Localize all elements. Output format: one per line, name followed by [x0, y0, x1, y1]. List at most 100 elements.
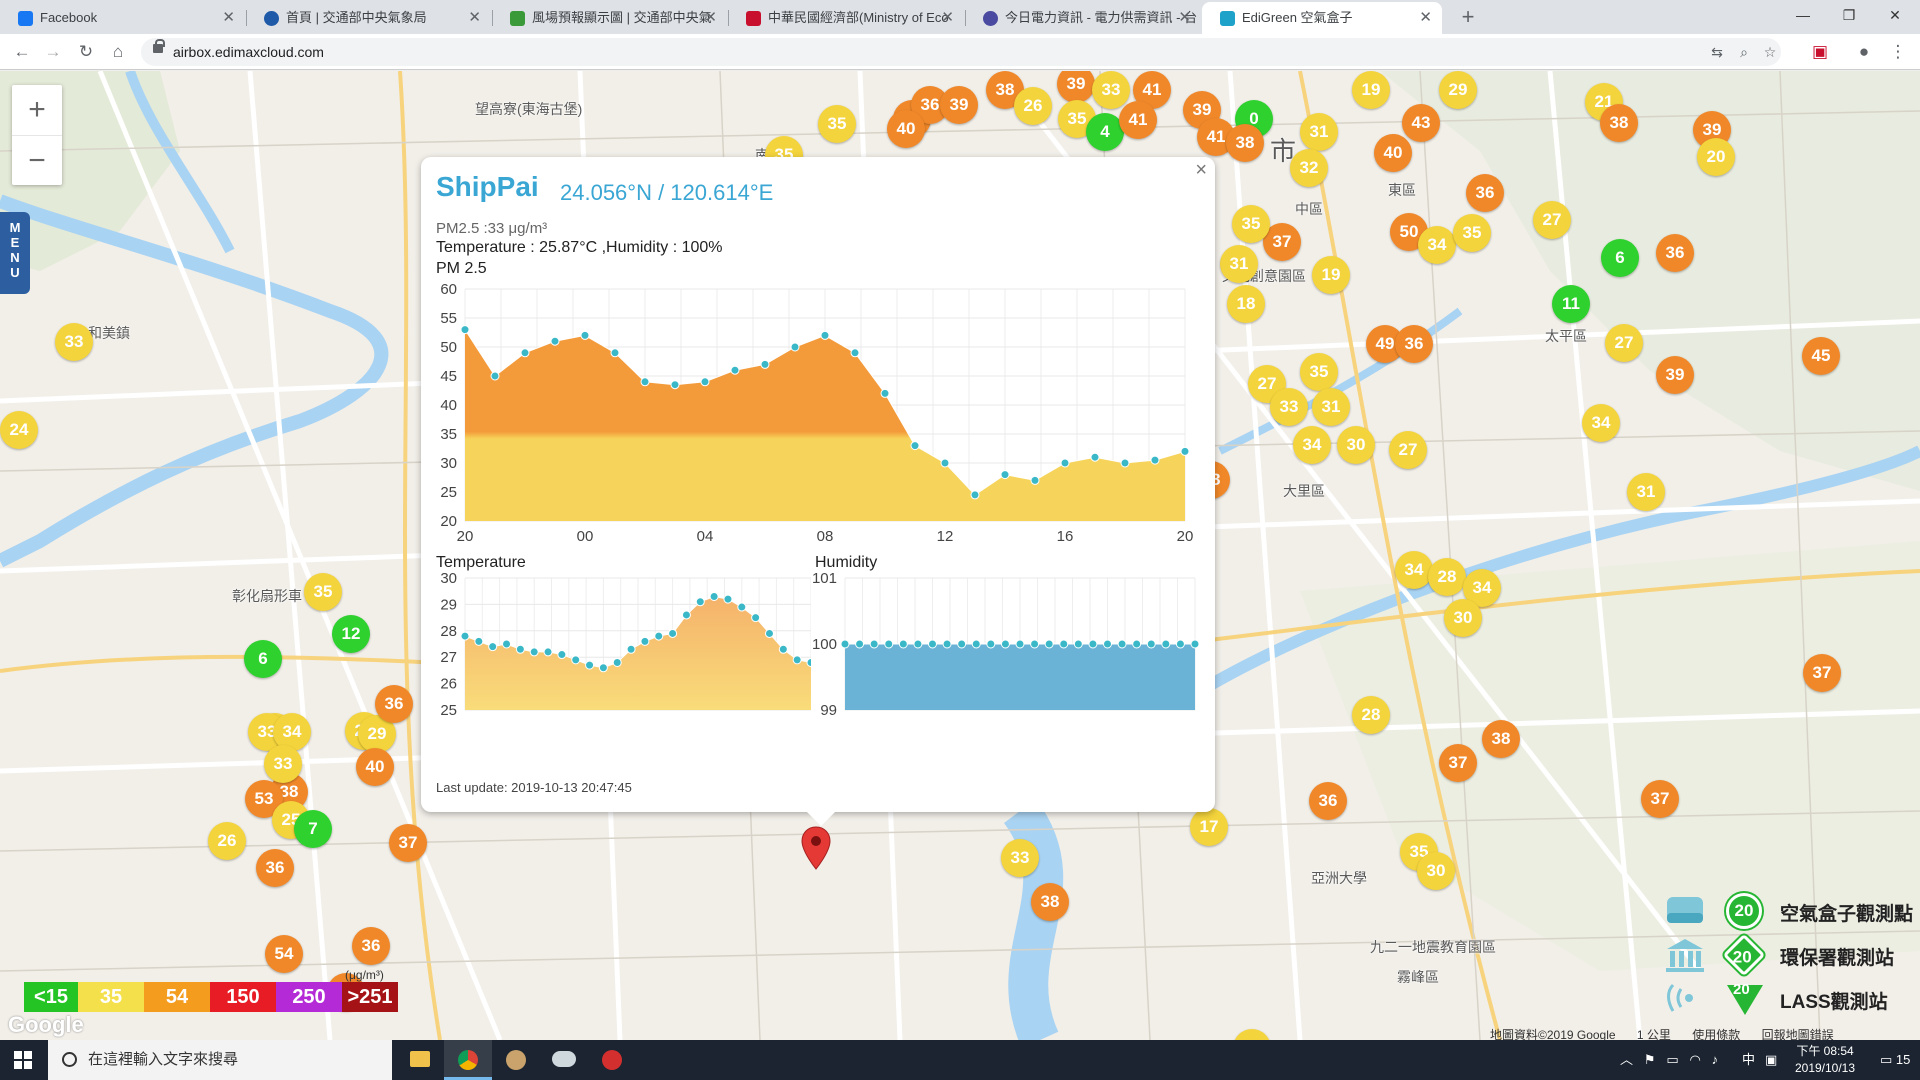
- airbox-station-marker[interactable]: 32: [1290, 149, 1328, 187]
- browser-tab[interactable]: 中華民國經濟部(Ministry of Eco ✕: [728, 2, 964, 34]
- airbox-station-marker[interactable]: 40: [1374, 134, 1412, 172]
- airbox-station-marker[interactable]: 33: [1001, 839, 1039, 877]
- close-tab-icon[interactable]: ✕: [1419, 2, 1432, 34]
- app-icon[interactable]: [588, 1040, 636, 1080]
- forward-button[interactable]: →: [41, 40, 65, 64]
- browser-tab[interactable]: 今日電力資訊 - 電力供需資訊 - 台 ✕: [965, 2, 1201, 34]
- close-window-button[interactable]: ✕: [1872, 0, 1918, 30]
- address-bar[interactable]: airbox.edimaxcloud.com ⇆ ⌕ ☆: [141, 38, 1781, 66]
- airbox-station-marker[interactable]: 19: [1312, 256, 1350, 294]
- airbox-station-marker[interactable]: 34: [1582, 404, 1620, 442]
- airbox-station-marker[interactable]: 27: [1533, 201, 1571, 239]
- airbox-station-marker[interactable]: 37: [1439, 744, 1477, 782]
- minimize-button[interactable]: —: [1780, 0, 1826, 30]
- airbox-station-marker[interactable]: 33: [1092, 71, 1130, 109]
- restore-button[interactable]: ❐: [1826, 0, 1872, 30]
- airbox-station-marker[interactable]: 35: [1453, 214, 1491, 252]
- airbox-station-marker[interactable]: 12: [332, 615, 370, 653]
- airbox-station-marker[interactable]: 35: [818, 105, 856, 143]
- airbox-station-marker[interactable]: 36: [1395, 325, 1433, 363]
- browser-tab-active[interactable]: EdiGreen 空氣盒子 ✕: [1202, 2, 1442, 34]
- airbox-station-marker[interactable]: 24: [0, 411, 38, 449]
- airbox-station-marker[interactable]: 30: [1337, 426, 1375, 464]
- airbox-station-marker[interactable]: 37: [1641, 780, 1679, 818]
- airbox-station-marker[interactable]: 38: [1600, 104, 1638, 142]
- airbox-station-marker[interactable]: 36: [375, 685, 413, 723]
- airbox-station-marker[interactable]: 41: [1119, 101, 1157, 139]
- airbox-station-marker[interactable]: 31: [1220, 245, 1258, 283]
- airbox-station-marker[interactable]: 37: [389, 824, 427, 862]
- profile-icon[interactable]: ●: [1852, 40, 1876, 64]
- back-button[interactable]: ←: [10, 40, 34, 64]
- menu-button[interactable]: MENU: [0, 212, 30, 294]
- close-popup-button[interactable]: ×: [1195, 159, 1207, 182]
- browser-tab[interactable]: 風場預報顯示圖 | 交通部中央氣 ✕: [492, 2, 727, 34]
- airbox-station-marker[interactable]: 45: [1802, 337, 1840, 375]
- taskbar-search-box[interactable]: 在這裡輸入文字來搜尋: [48, 1040, 392, 1080]
- airbox-station-marker[interactable]: 54: [265, 935, 303, 973]
- reload-button[interactable]: ↻: [74, 40, 98, 64]
- location-pin-icon[interactable]: [800, 825, 832, 871]
- airbox-station-marker[interactable]: 33: [55, 323, 93, 361]
- close-tab-icon[interactable]: ✕: [941, 2, 954, 34]
- airbox-station-marker[interactable]: 27: [1605, 324, 1643, 362]
- zoom-in-button[interactable]: +: [12, 85, 62, 135]
- airbox-station-marker[interactable]: 40: [356, 748, 394, 786]
- airbox-station-marker[interactable]: 28: [1428, 558, 1466, 596]
- airbox-station-marker[interactable]: 30: [1444, 599, 1482, 637]
- airbox-station-marker[interactable]: 7: [294, 810, 332, 848]
- airbox-station-marker[interactable]: 18: [1227, 285, 1265, 323]
- airbox-station-marker[interactable]: 34: [1395, 551, 1433, 589]
- airbox-station-marker[interactable]: 36: [1309, 782, 1347, 820]
- airbox-station-marker[interactable]: 36: [256, 849, 294, 887]
- ime-indicator[interactable]: 中: [1742, 1040, 1755, 1080]
- airbox-station-marker[interactable]: 38: [1031, 883, 1069, 921]
- airbox-station-marker[interactable]: 33: [264, 745, 302, 783]
- airbox-station-marker[interactable]: 38: [1482, 720, 1520, 758]
- airbox-station-marker[interactable]: 29: [1439, 71, 1477, 109]
- airbox-station-marker[interactable]: 19: [1352, 71, 1390, 109]
- chrome-menu-icon[interactable]: ⋮: [1886, 40, 1910, 64]
- close-tab-icon[interactable]: ✕: [222, 2, 235, 34]
- airbox-station-marker[interactable]: 36: [352, 927, 390, 965]
- close-tab-icon[interactable]: ✕: [468, 2, 481, 34]
- new-tab-button[interactable]: +: [1454, 2, 1482, 32]
- app-icon[interactable]: [540, 1040, 588, 1080]
- airbox-station-marker[interactable]: 38: [1226, 124, 1264, 162]
- airbox-station-marker[interactable]: 31: [1300, 113, 1338, 151]
- windows-start-icon[interactable]: [14, 1051, 32, 1069]
- chrome-icon[interactable]: [444, 1040, 492, 1080]
- airbox-station-marker[interactable]: 33: [1270, 388, 1308, 426]
- bookmark-star-icon[interactable]: ☆: [1761, 43, 1779, 61]
- airbox-station-marker[interactable]: 39: [940, 86, 978, 124]
- airbox-station-marker[interactable]: 28: [1352, 696, 1390, 734]
- airbox-station-marker[interactable]: 37: [1803, 654, 1841, 692]
- airbox-station-marker[interactable]: 27: [1389, 431, 1427, 469]
- airbox-station-marker[interactable]: 6: [244, 640, 282, 678]
- airbox-station-marker[interactable]: 31: [1312, 388, 1350, 426]
- airbox-station-marker[interactable]: 26: [208, 822, 246, 860]
- taskbar-clock[interactable]: 下午 08:54 2019/10/13: [1790, 1043, 1860, 1077]
- airbox-station-marker[interactable]: 26: [1014, 87, 1052, 125]
- app-icon[interactable]: [492, 1040, 540, 1080]
- zoom-out-button[interactable]: −: [12, 135, 62, 185]
- extension-icon[interactable]: ▣: [1808, 40, 1832, 64]
- file-explorer-icon[interactable]: [396, 1040, 444, 1080]
- airbox-station-marker[interactable]: 35: [304, 573, 342, 611]
- map-canvas[interactable]: 望高寮(東海古堡) 和美鎮 彰化扇形車 中區 東區 太平區 大里區 霧峰區 亞洲…: [0, 71, 1920, 1040]
- airbox-station-marker[interactable]: 35: [1232, 205, 1270, 243]
- close-tab-icon[interactable]: ✕: [1178, 2, 1191, 34]
- airbox-station-marker[interactable]: 36: [1656, 234, 1694, 272]
- close-tab-icon[interactable]: ✕: [704, 2, 717, 34]
- translate-icon[interactable]: ⇆: [1708, 43, 1726, 61]
- airbox-station-marker[interactable]: 36: [1466, 174, 1504, 212]
- airbox-station-marker[interactable]: 31: [1627, 473, 1665, 511]
- tray-icons[interactable]: ︿ ⚑ ▭ ◠ ♪: [1620, 1040, 1718, 1080]
- airbox-station-marker[interactable]: 39: [1656, 356, 1694, 394]
- browser-tab[interactable]: 首頁 | 交通部中央氣象局 ✕: [246, 2, 491, 34]
- airbox-station-marker[interactable]: 34: [1418, 226, 1456, 264]
- airbox-station-marker[interactable]: 35: [1300, 353, 1338, 391]
- airbox-station-marker[interactable]: 43: [1402, 104, 1440, 142]
- airbox-station-marker[interactable]: 11: [1552, 285, 1590, 323]
- airbox-station-marker[interactable]: 6: [1601, 239, 1639, 277]
